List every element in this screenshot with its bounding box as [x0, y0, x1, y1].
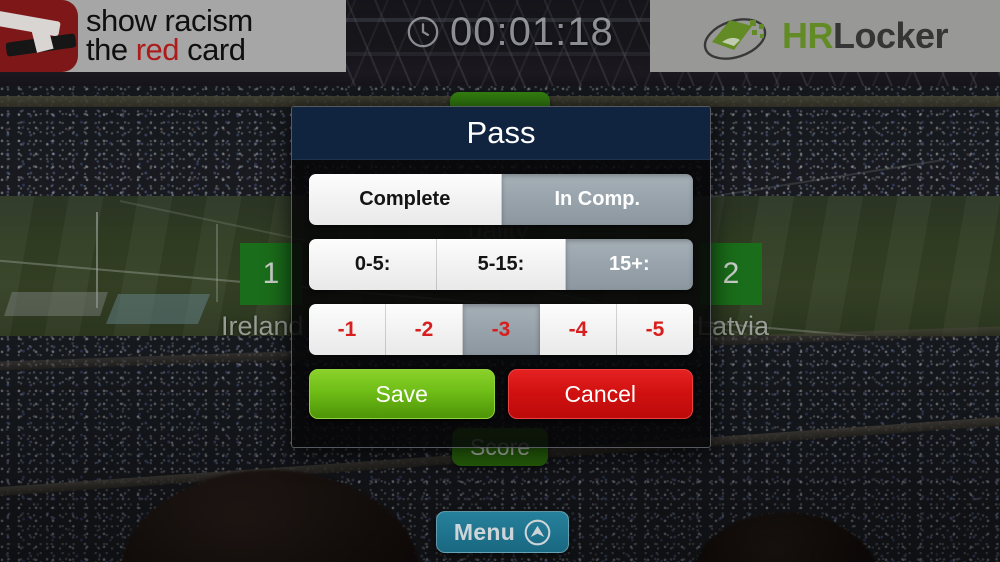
option-rating-1[interactable]: -2 [386, 304, 463, 355]
option-row-rating: -1 -2 -3 -4 -5 [309, 304, 693, 355]
option-rating-4[interactable]: -5 [617, 304, 693, 355]
option-rating-3[interactable]: -4 [540, 304, 617, 355]
app-stage: 1 Ireland 2 Latvia uality Score Menu sho… [0, 0, 1000, 562]
option-row-distance: 0-5: 5-15: 15+: [309, 239, 693, 290]
dialog-body: Complete In Comp. 0-5: 5-15: 15+: -1 -2 -3 -4 -5 … [292, 160, 710, 419]
cancel-button[interactable]: Cancel [507, 369, 693, 419]
option-rating-2[interactable]: -3 [463, 304, 540, 355]
option-row-completion: Complete In Comp. [309, 174, 693, 225]
dialog-title: Pass [292, 107, 710, 160]
option-rating-0[interactable]: -1 [309, 304, 386, 355]
dialog-option-rows: Complete In Comp. 0-5: 5-15: 15+: -1 -2 -3 -4 -5 [309, 174, 693, 355]
option-distance-0[interactable]: 0-5: [309, 239, 438, 290]
dialog-actions: Save Cancel [309, 369, 693, 419]
pass-dialog: Pass Complete In Comp. 0-5: 5-15: 15+: -1 -2 -3… [291, 106, 711, 448]
option-distance-1[interactable]: 5-15: [437, 239, 566, 290]
save-button[interactable]: Save [309, 369, 495, 419]
option-completion-1[interactable]: In Comp. [501, 174, 693, 225]
option-distance-2[interactable]: 15+: [565, 239, 693, 290]
option-completion-0[interactable]: Complete [309, 174, 502, 225]
